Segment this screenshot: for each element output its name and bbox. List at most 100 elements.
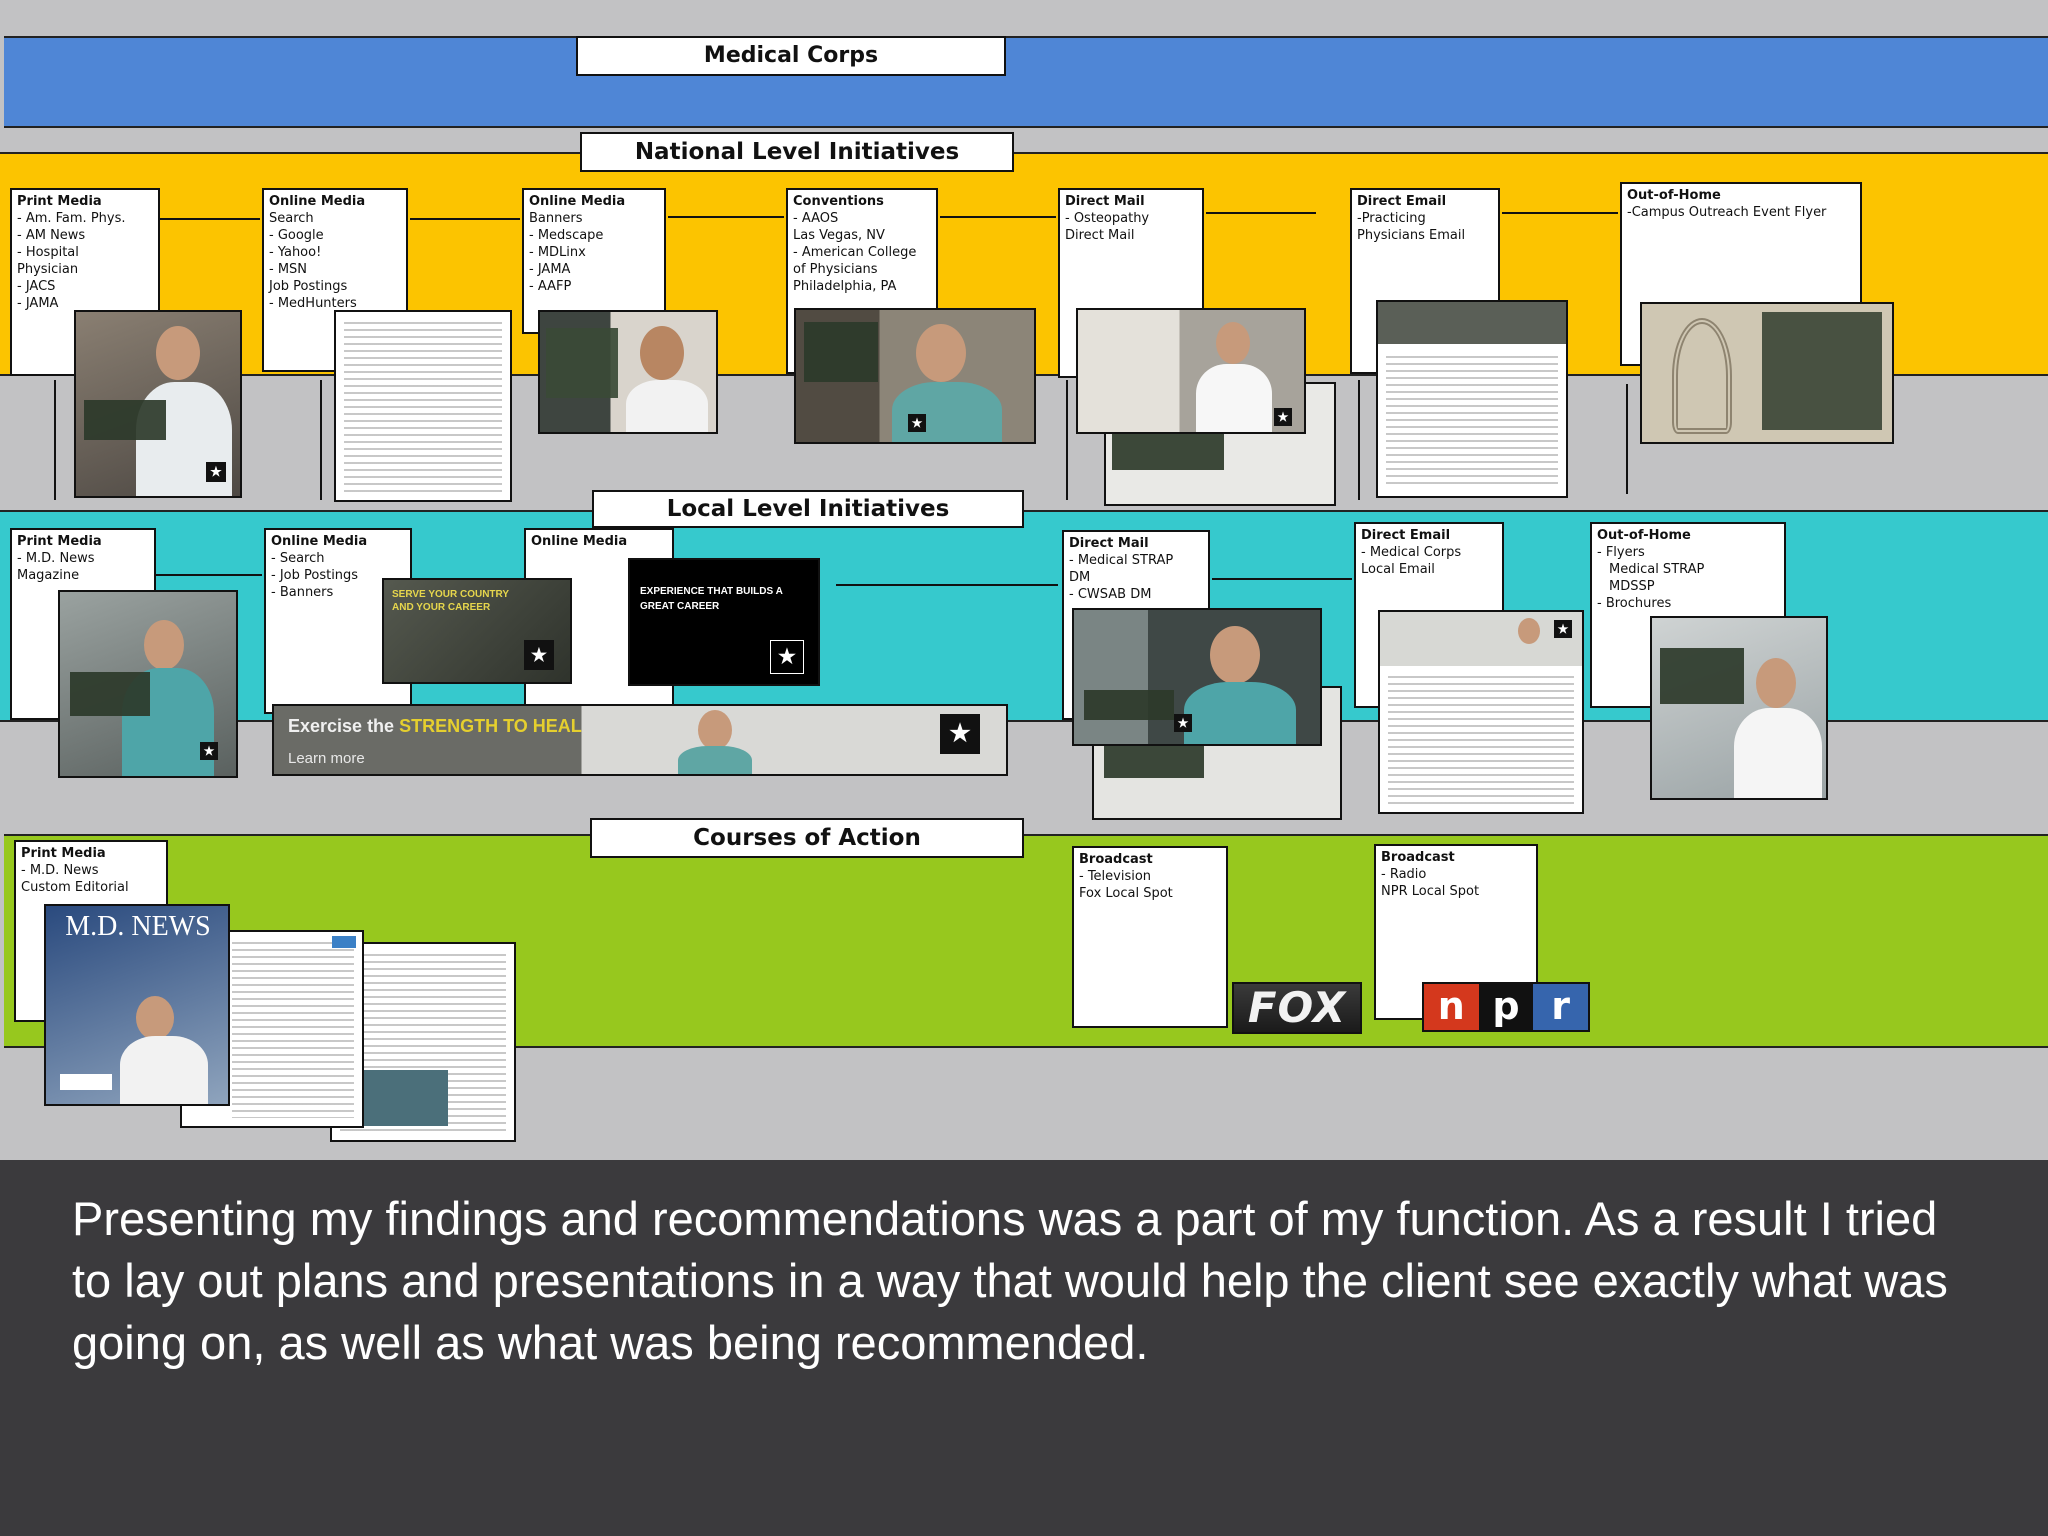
line: - Medscape xyxy=(529,228,604,243)
doctor-coat xyxy=(626,380,708,432)
heading: Direct Mail xyxy=(1069,536,1149,551)
line: -Practicing xyxy=(1357,211,1426,226)
ad-text-plate xyxy=(546,328,618,398)
page-tab xyxy=(332,936,356,948)
search-results-screenshot xyxy=(334,310,512,502)
strap-mail-image: ★ xyxy=(1072,608,1322,746)
banner-ad-image xyxy=(538,310,718,434)
line: Physicians Email xyxy=(1357,228,1466,243)
heading: Direct Email xyxy=(1361,528,1451,543)
npr-logo: n p r xyxy=(1422,982,1590,1032)
doctor-coat xyxy=(120,1036,208,1104)
scrubs xyxy=(678,746,752,774)
connector-arrow xyxy=(836,584,1058,586)
email-screenshot xyxy=(1376,300,1568,498)
line: - Television xyxy=(1079,869,1152,884)
doctor-head xyxy=(1518,618,1540,644)
doctor-coat xyxy=(1196,364,1272,432)
heading: Online Media xyxy=(529,194,626,209)
army-star-icon: ★ xyxy=(206,462,226,482)
ad-text-plate xyxy=(1660,648,1744,704)
army-star-icon: ★ xyxy=(908,414,926,432)
ad-text-plate xyxy=(1084,690,1174,720)
ad-text-plate xyxy=(1104,744,1204,778)
campus-flyer-image xyxy=(1640,302,1894,444)
army-star-icon: ★ xyxy=(770,640,804,674)
line: - Search xyxy=(271,551,325,566)
fox-logo: FOX xyxy=(1232,982,1362,1034)
army-star-icon: ★ xyxy=(1274,408,1292,426)
line: - AM News xyxy=(17,228,86,243)
connector-arrow xyxy=(160,218,260,220)
heading: Out-of-Home xyxy=(1627,188,1721,203)
medical-corps-band xyxy=(4,36,2048,128)
line: Local Email xyxy=(1361,562,1435,577)
medical-corps-title: Medical Corps xyxy=(576,36,1006,76)
line: Search xyxy=(269,211,314,226)
banner-headline: SERVE YOUR COUNTRY AND YOUR CAREER xyxy=(392,589,509,613)
line: - MSN xyxy=(269,262,308,277)
line: - MDLinx xyxy=(529,245,586,260)
flyer-image xyxy=(1650,616,1828,800)
banner-lead: Exercise the xyxy=(288,716,395,736)
broadcast-tv-box: Broadcast - Television Fox Local Spot xyxy=(1072,846,1228,1028)
doctor-head xyxy=(136,996,174,1040)
heading: Online Media xyxy=(531,534,628,549)
line: Fox Local Spot xyxy=(1079,886,1173,901)
line: Medical STRAP xyxy=(1609,562,1705,577)
connector-arrow xyxy=(54,380,56,500)
serve-country-banner: SERVE YOUR COUNTRY AND YOUR CAREER ★ xyxy=(382,578,572,684)
heading: Conventions xyxy=(793,194,884,209)
line: DM xyxy=(1069,570,1091,585)
heading: Online Media xyxy=(269,194,366,209)
initiatives-slide: Medical Corps National Level Initiatives… xyxy=(0,0,2048,1160)
army-star-icon: ★ xyxy=(524,640,554,670)
npr-letter-p: p xyxy=(1478,984,1534,1030)
direct-mail-image: ★ xyxy=(1076,308,1306,434)
line: - JACS xyxy=(17,279,56,294)
heading: Print Media xyxy=(17,194,102,209)
line: Custom Editorial xyxy=(21,880,129,895)
line: - AAFP xyxy=(529,279,572,294)
npr-letter-n: n xyxy=(1424,984,1479,1030)
connector-arrow xyxy=(1358,380,1360,500)
connector-arrow xyxy=(1066,380,1068,500)
line: - Medical STRAP xyxy=(1069,553,1174,568)
scrubs xyxy=(892,382,1002,442)
md-news-cover: M.D. NEWS xyxy=(44,904,230,1106)
heading: Print Media xyxy=(21,846,106,861)
banner-learn-more: Learn more xyxy=(288,750,365,767)
line: Banners xyxy=(529,211,583,226)
doc-text-lines xyxy=(344,322,502,492)
line: - Brochures xyxy=(1597,596,1672,611)
line: Philadelphia, PA xyxy=(793,279,897,294)
caduceus-shape xyxy=(1672,318,1732,434)
email-header-band xyxy=(1378,302,1566,344)
ad-text-plate xyxy=(70,672,150,716)
heading: Print Media xyxy=(17,534,102,549)
banner-highlight: STRENGTH TO HEAL xyxy=(399,716,582,736)
line: NPR Local Spot xyxy=(1381,884,1480,899)
connector-arrow xyxy=(1212,578,1352,580)
line: - American College xyxy=(793,245,917,260)
surgeon-head xyxy=(144,620,184,670)
banner-headline: EXPERIENCE THAT BUILDS A GREAT CAREER xyxy=(640,586,783,612)
local-title: Local Level Initiatives xyxy=(592,490,1024,528)
line: -Campus Outreach Event Flyer xyxy=(1627,205,1827,220)
doctor-head xyxy=(1216,322,1250,364)
slide-caption: Presenting my findings and recommendatio… xyxy=(72,1192,1948,1369)
surgeon-head xyxy=(698,710,732,750)
doc-text-lines xyxy=(232,942,354,1118)
doc-text-lines xyxy=(1386,356,1558,488)
surgeon-ad-image: ★ xyxy=(794,308,1036,444)
surgeon-head xyxy=(916,324,966,382)
line: - Yahoo! xyxy=(269,245,322,260)
heading: Out-of-Home xyxy=(1597,528,1691,543)
local-email-screenshot: ★ xyxy=(1378,610,1584,814)
heading: Direct Mail xyxy=(1065,194,1145,209)
doctor-head xyxy=(640,326,684,380)
line: - M.D. News xyxy=(21,863,99,878)
fox-logo-text: FOX xyxy=(1247,983,1347,1032)
editorial-photo xyxy=(358,1070,448,1126)
line: - Radio xyxy=(1381,867,1427,882)
